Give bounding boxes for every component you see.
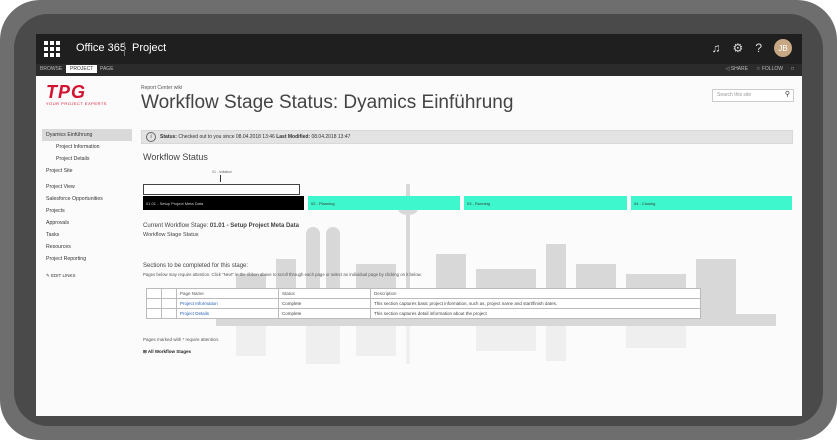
nav-item-dyamics[interactable]: Dyamics Einführung xyxy=(42,129,132,141)
workflow-status-title: Workflow Status xyxy=(143,152,208,162)
description-cell: This section captures basic project info… xyxy=(370,298,701,309)
tab-page[interactable]: PAGE xyxy=(100,66,114,72)
edit-links-label: EDIT LINKS xyxy=(51,273,76,278)
nav-item-projects[interactable]: Projects xyxy=(42,205,132,217)
status-cell: Complete xyxy=(278,308,371,319)
stage-label: 02 - Planning xyxy=(311,201,335,206)
suite-title[interactable]: Office 365 xyxy=(76,42,126,54)
table-row: Project Details Complete This section ca… xyxy=(146,308,701,319)
col-description: Description xyxy=(370,288,701,299)
logo-tagline: YOUR PROJECT EXPERTS xyxy=(46,101,107,106)
col-page-name: Page Name xyxy=(176,288,279,299)
search-icon[interactable]: ⚲ xyxy=(785,90,790,98)
nav-item-project-information[interactable]: Project Information xyxy=(42,141,132,153)
skyline-background xyxy=(216,184,776,364)
description-cell: This section captures detail information… xyxy=(370,308,701,319)
status-text: Status: Checked out to you since 08.04.2… xyxy=(160,134,350,140)
breadcrumb[interactable]: Report Center wiki xyxy=(141,85,182,91)
all-stages-label: All Workflow Stages xyxy=(147,349,192,354)
nav-item-project-details[interactable]: Project Details xyxy=(42,153,132,165)
last-modified-value: 08.04.2018 13:47 xyxy=(311,134,351,140)
tab-project[interactable]: PROJECT xyxy=(66,65,98,73)
page-name-cell: Project Details xyxy=(176,308,279,319)
col-status: Status xyxy=(278,288,371,299)
last-modified-label: Last Modified: xyxy=(276,134,311,140)
page-name-cell: Project Information xyxy=(176,298,279,309)
stage-status-title: Workflow Stage Status xyxy=(143,232,199,238)
blank-cell xyxy=(161,298,177,309)
blank-cell xyxy=(146,288,162,299)
notification-icon[interactable]: ♫ xyxy=(712,41,721,55)
nav-item-approvals[interactable]: Approvals xyxy=(42,217,132,229)
avatar[interactable]: JB xyxy=(774,39,792,57)
status-bar: i Status: Checked out to you since 08.04… xyxy=(141,130,793,144)
search-input[interactable]: Search this site ⚲ xyxy=(712,89,794,102)
focus-icon[interactable]: □ xyxy=(791,66,794,72)
follow-button[interactable]: ☆ FOLLOW xyxy=(756,66,783,72)
nav-item-tasks[interactable]: Tasks xyxy=(42,229,132,241)
suite-icons: ♫ ⚙ ? JB xyxy=(712,39,792,57)
left-navigation: Dyamics Einführung Project Information P… xyxy=(42,129,132,279)
blank-cell xyxy=(146,308,162,319)
status-cell: Complete xyxy=(278,298,371,309)
nav-item-salesforce[interactable]: Salesforce Opportunities xyxy=(42,193,132,205)
stage-label: 03 - Running xyxy=(467,201,490,206)
suite-divider xyxy=(124,42,125,56)
stage-planning[interactable]: 02 - Planning xyxy=(308,196,460,210)
logo-mark: TPG xyxy=(46,82,87,102)
logo[interactable]: TPG YOUR PROJECT EXPERTS xyxy=(46,82,107,106)
blank-cell xyxy=(146,298,162,309)
stage-closing[interactable]: 04 - Closing xyxy=(631,196,792,210)
timeline-box xyxy=(143,184,300,195)
share-button[interactable]: ◁ SHARE xyxy=(726,66,748,72)
all-workflow-stages-toggle[interactable]: ⊞ All Workflow Stages xyxy=(143,349,191,355)
ribbon: BROWSE PROJECT PAGE ◁ SHARE ☆ FOLLOW □ xyxy=(36,64,802,76)
app-name[interactable]: Project xyxy=(132,42,166,54)
status-label: Status: xyxy=(160,134,177,140)
blank-cell xyxy=(161,308,177,319)
page-title: Workflow Stage Status: Dyamics Einführun… xyxy=(141,92,514,113)
tab-browse[interactable]: BROWSE xyxy=(40,66,62,72)
nav-item-project-reporting[interactable]: Project Reporting xyxy=(42,253,132,265)
current-stage: Current Workflow Stage: 01.01 - Setup Pr… xyxy=(143,223,299,229)
screen: Office 365 Project ♫ ⚙ ? JB BROWSE PROJE… xyxy=(36,34,802,416)
current-stage-value: 01.01 - Setup Project Meta Data xyxy=(209,223,299,229)
sections-table: Page Name Status Description Project Inf… xyxy=(146,288,701,319)
timeline-tick-label: 01 - Initiation xyxy=(212,170,233,174)
stage-label: 01.01 - Setup Project Meta Data xyxy=(146,201,204,206)
table-header: Page Name Status Description xyxy=(146,288,701,299)
app-launcher-icon[interactable] xyxy=(44,41,60,57)
timeline-tick xyxy=(220,175,221,182)
stage-setup[interactable]: 01.01 - Setup Project Meta Data xyxy=(143,196,304,210)
ribbon-actions: ◁ SHARE ☆ FOLLOW □ xyxy=(726,66,795,72)
suite-bar: Office 365 Project ♫ ⚙ ? JB xyxy=(36,34,802,64)
attention-note: Pages marked with * require attention. xyxy=(143,337,220,342)
table-row: Project Information Complete This sectio… xyxy=(146,298,701,309)
follow-label: FOLLOW xyxy=(761,66,783,72)
gear-icon[interactable]: ⚙ xyxy=(733,41,744,55)
nav-item-resources[interactable]: Resources xyxy=(42,241,132,253)
stage-label: 04 - Closing xyxy=(634,201,656,206)
status-value: Checked out to you since 08.04.2018 13:4… xyxy=(178,134,275,140)
sections-title: Sections to be completed for this stage: xyxy=(143,263,249,269)
page-link[interactable]: Project Details xyxy=(180,311,209,316)
sections-hint: Pages below may require attention. Click… xyxy=(143,272,422,277)
help-icon[interactable]: ? xyxy=(755,41,762,55)
nav-item-project-site[interactable]: Project Site xyxy=(42,165,132,177)
info-icon: i xyxy=(146,132,156,142)
search-placeholder: Search this site xyxy=(717,92,752,98)
stage-running[interactable]: 03 - Running xyxy=(464,196,627,210)
page-link[interactable]: Project Information xyxy=(180,301,218,306)
blank-cell xyxy=(161,288,177,299)
edit-links[interactable]: ✎ EDIT LINKS xyxy=(42,273,132,279)
current-stage-prefix: Current Workflow Stage: xyxy=(143,223,209,229)
share-label: SHARE xyxy=(730,66,748,72)
nav-item-project-view[interactable]: Project View xyxy=(42,181,132,193)
